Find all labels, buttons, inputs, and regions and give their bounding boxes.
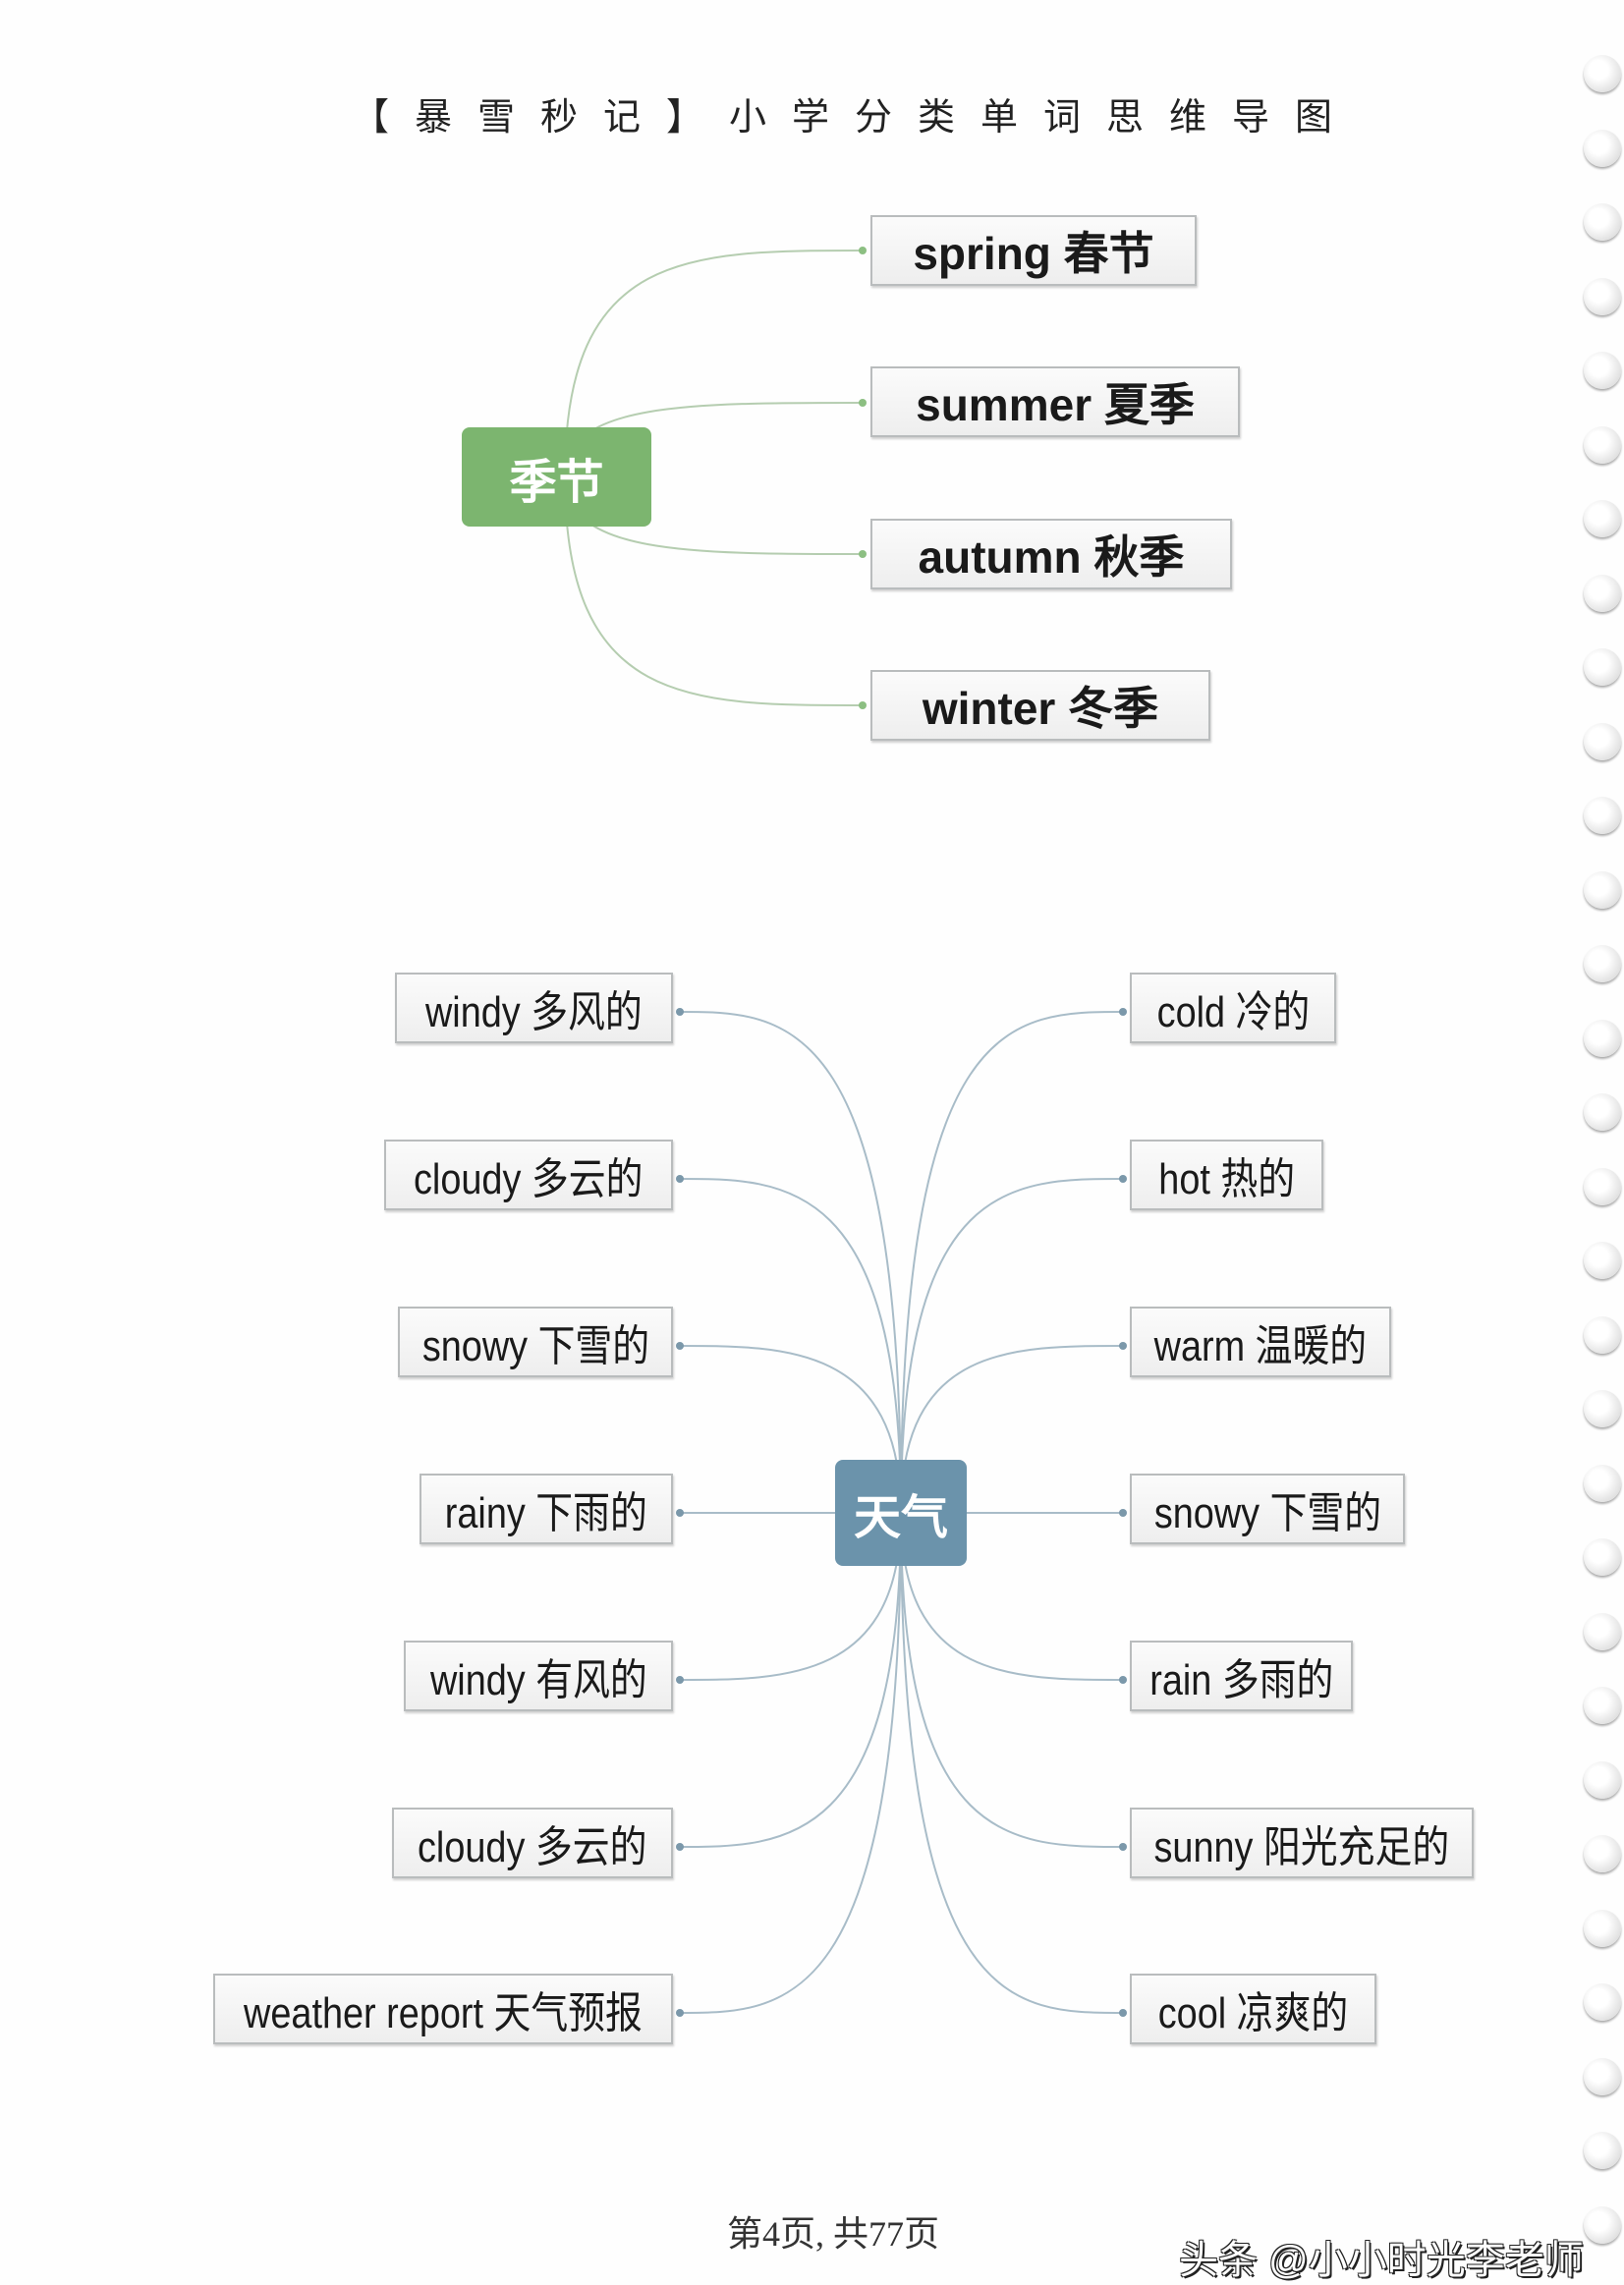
node-label: cloudy 多云的: [414, 1155, 644, 1203]
weather-node-right: snowy 下雪的: [1130, 1474, 1405, 1544]
binding-ring: [1584, 1835, 1621, 1872]
weather-link-left: [679, 1512, 902, 2014]
binding-ring: [1584, 1687, 1621, 1724]
mindmap-links: [564, 247, 1127, 2017]
link-endpoint: [859, 247, 867, 254]
weather-root-node: 天气: [835, 1460, 967, 1566]
link-endpoint: [1119, 1509, 1127, 1517]
node-label: snowy 下雪的: [421, 1322, 649, 1370]
binding-ring: [1584, 2205, 1621, 2244]
link-endpoint: [676, 2009, 684, 2017]
weather-node-right: sunny 阳光充足的: [1130, 1808, 1474, 1878]
binding-ring: [1584, 648, 1621, 686]
link-endpoint: [1119, 1676, 1127, 1684]
link-endpoint: [1119, 2009, 1127, 2017]
link-endpoint: [676, 1843, 684, 1851]
weather-link-left: [679, 1011, 902, 1514]
link-endpoint: [859, 399, 867, 407]
binding-ring: [1584, 425, 1621, 464]
binding-ring: [1584, 1093, 1621, 1131]
binding-ring: [1584, 1538, 1621, 1576]
weather-node-right: cool 凉爽的: [1130, 1974, 1376, 2044]
weather-node-left: windy 多风的: [395, 973, 673, 1043]
binding-ring: [1584, 500, 1621, 537]
binding-ring: [1584, 203, 1621, 241]
link-endpoint: [676, 1676, 684, 1684]
link-endpoint: [1119, 1342, 1127, 1350]
binding-ring: [1584, 277, 1621, 315]
season-node-autumn: autumn 秋季: [870, 519, 1232, 589]
weather-node-left: rainy 下雨的: [420, 1474, 673, 1544]
link-endpoint: [676, 1342, 684, 1350]
seasons-root-node: 季节: [462, 427, 651, 527]
node-label: cold 冷的: [1156, 988, 1310, 1036]
binding-ring: [1584, 1019, 1621, 1057]
node-label: rainy 下雨的: [444, 1489, 648, 1537]
binding-ring: [1584, 352, 1621, 389]
link-endpoint: [859, 550, 867, 558]
link-endpoint: [1119, 1843, 1127, 1851]
weather-node-left: snowy 下雪的: [398, 1307, 673, 1377]
link-endpoint: [676, 1509, 684, 1517]
binding-ring: [1584, 1167, 1621, 1205]
node-label: sunny 阳光充足的: [1153, 1823, 1450, 1871]
node-label: hot 热的: [1158, 1155, 1295, 1203]
node-label: cool 凉爽的: [1157, 1989, 1349, 2037]
binding-ring: [1584, 55, 1621, 92]
weather-node-right: rain 多雨的: [1130, 1641, 1353, 1711]
binding-ring: [1584, 797, 1621, 834]
link-endpoint: [1119, 1008, 1127, 1016]
link-endpoint: [676, 1175, 684, 1183]
binding-ring: [1584, 945, 1621, 982]
node-label: windy 多风的: [425, 988, 643, 1036]
season-node-summer: summer 夏季: [870, 366, 1240, 437]
binding-ring: [1584, 722, 1621, 760]
node-label: cloudy 多云的: [418, 1823, 647, 1871]
weather-node-left: cloudy 多云的: [384, 1140, 673, 1210]
weather-link-right: [900, 1011, 1124, 1514]
weather-node-right: warm 温暖的: [1130, 1307, 1391, 1377]
season-node-winter: winter 冬季: [870, 670, 1210, 741]
page-number: 第4页, 共77页: [727, 2214, 940, 2254]
link-endpoint: [859, 701, 867, 709]
weather-node-right: hot 热的: [1130, 1140, 1323, 1210]
link-endpoint: [1119, 1175, 1127, 1183]
binding-ring: [1584, 1760, 1621, 1799]
binding-ring: [1584, 1612, 1621, 1650]
binding-ring: [1584, 129, 1621, 167]
binding-ring: [1584, 870, 1621, 909]
weather-link-right: [900, 1512, 1124, 2014]
binding-ring: [1584, 1983, 1621, 2021]
node-label: rain 多雨的: [1148, 1656, 1334, 1704]
binding-ring: [1584, 1315, 1621, 1354]
binding-ring: [1584, 1390, 1621, 1427]
binding-ring: [1584, 1909, 1621, 1947]
weather-node-left: weather report 天气预报: [213, 1974, 673, 2044]
binding-ring: [1584, 1242, 1621, 1279]
node-label: snowy 下雪的: [1153, 1489, 1381, 1537]
weather-node-right: cold 冷的: [1130, 973, 1336, 1043]
node-label: windy 有风的: [429, 1656, 647, 1704]
node-label: weather report 天气预报: [244, 1989, 643, 2037]
binding-ring: [1584, 2132, 1621, 2169]
binding-ring: [1584, 2057, 1621, 2095]
binding-ring: [1584, 574, 1621, 612]
watermark: 头条 @小小时光李老师: [1179, 2239, 1584, 2282]
node-label: warm 温暖的: [1153, 1322, 1368, 1370]
weather-node-left: cloudy 多云的: [392, 1808, 673, 1878]
binding-ring: [1584, 1464, 1621, 1502]
season-node-spring: spring 春节: [870, 215, 1197, 286]
weather-node-left: windy 有风的: [404, 1641, 673, 1711]
link-endpoint: [676, 1008, 684, 1016]
